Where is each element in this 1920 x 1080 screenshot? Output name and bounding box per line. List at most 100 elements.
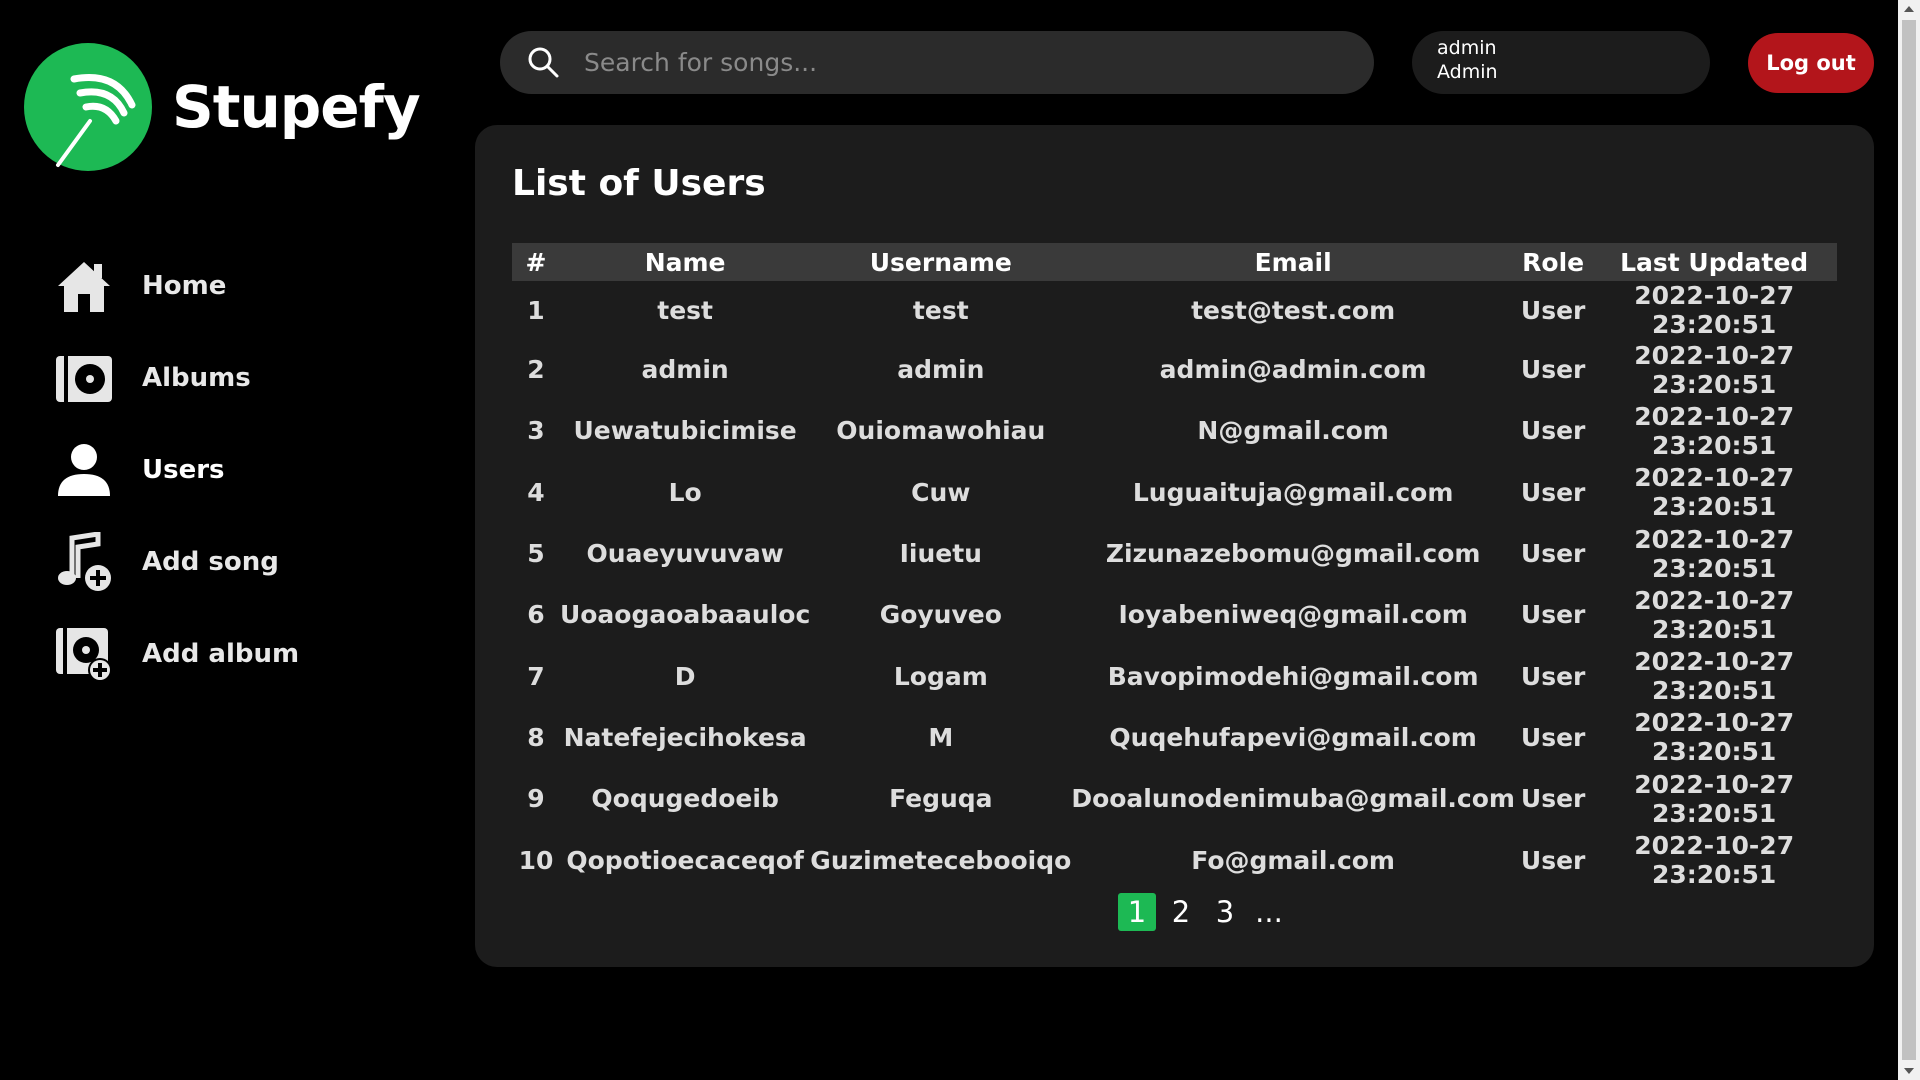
cell-role: User <box>1520 477 1586 507</box>
cell-role: User <box>1520 539 1586 569</box>
cell-email: N@gmail.com <box>1197 416 1389 446</box>
cell-name: D <box>674 661 696 691</box>
pagination-page-2[interactable]: 2 <box>1162 893 1200 931</box>
cell-number: 2 <box>527 355 545 385</box>
cell-last-updated: 2022-10-27 23:20:51 <box>1634 340 1795 399</box>
cell-name: Ouaeyuvuvaw <box>586 539 784 569</box>
cell-role: User <box>1520 355 1586 385</box>
sidebar-item-albums[interactable]: Albums <box>52 332 299 424</box>
cell-email: Dooalunodenimuba@gmail.com <box>1071 784 1515 814</box>
cell-username: test <box>912 295 969 325</box>
table-body: 1 test test test@test.com User 2022-10-27 23:… <box>512 281 1837 891</box>
cell-number: 1 <box>527 295 545 325</box>
sidebar-item-label: Add song <box>142 547 279 577</box>
sidebar-item-label: Add album <box>142 639 300 669</box>
cell-email: Zizunazebomu@gmail.com <box>1105 539 1481 569</box>
sidebar-item-label: Albums <box>142 363 251 393</box>
table-header-row: # Name Username Email Role Last Updated <box>512 243 1837 281</box>
cell-role: User <box>1520 722 1586 752</box>
table-row[interactable]: 1 test test test@test.com User 2022-10-27 23:… <box>512 281 1837 339</box>
search-bar <box>500 31 1374 94</box>
sidebar-item-home[interactable]: Home <box>52 240 299 332</box>
scroll-down-arrow-icon[interactable] <box>1904 1068 1914 1074</box>
album-icon <box>52 346 116 410</box>
app-logo[interactable]: Stupefy <box>24 43 421 171</box>
pagination-page-1[interactable]: 1 <box>1118 893 1156 931</box>
cell-role: User <box>1520 295 1586 325</box>
table-row[interactable]: 4 Lo Cuw Luguaituja@gmail.com User 2022-10-27… <box>512 462 1837 523</box>
cell-username: Logam <box>893 661 988 691</box>
sidebar-item-add-song[interactable]: Add song <box>52 516 299 608</box>
search-input[interactable] <box>584 48 1344 77</box>
add-album-icon <box>52 622 116 686</box>
cell-email: Ioyabeniweq@gmail.com <box>1118 600 1468 630</box>
sidebar-item-label: Users <box>142 455 225 485</box>
cell-email: Bavopimodehi@gmail.com <box>1107 661 1479 691</box>
cell-name: Lo <box>668 477 702 507</box>
table-row[interactable]: 8 Natefejecihokesa M Quqehufapevi@gmail.com… <box>512 707 1837 768</box>
app-root: Stupefy Home Albums Users Add song Add a… <box>0 0 1920 1080</box>
cell-number: 3 <box>527 416 545 446</box>
cell-email: Luguaituja@gmail.com <box>1132 477 1454 507</box>
page-title: List of Users <box>512 163 766 204</box>
cell-last-updated: 2022-10-27 23:20:51 <box>1634 463 1795 522</box>
cell-last-updated: 2022-10-27 23:20:51 <box>1634 401 1795 460</box>
sidebar-item-label: Home <box>142 271 227 301</box>
cell-role: User <box>1520 845 1586 875</box>
cell-name: admin <box>641 355 729 385</box>
cell-username: Goyuveo <box>879 600 1002 630</box>
cell-number: 6 <box>527 600 545 630</box>
cell-email: Quqehufapevi@gmail.com <box>1109 722 1477 752</box>
table-row[interactable]: 5 Ouaeyuvuvaw Iiuetu Zizunazebomu@gmail.com… <box>512 523 1837 584</box>
user-info[interactable]: admin Admin <box>1412 31 1710 94</box>
scrollbar-thumb[interactable] <box>1902 20 1916 1060</box>
table-row[interactable]: 9 Qoqugedoeib Feguqa Dooalunodenimuba@gmail… <box>512 768 1837 829</box>
scrollbar[interactable] <box>1898 0 1920 1080</box>
table-row[interactable]: 7 D Logam Bavopimodehi@gmail.com User 2022-10… <box>512 645 1837 706</box>
users-panel: List of Users # Name Username Email Role… <box>475 125 1874 967</box>
current-user-role: Admin <box>1437 61 1498 83</box>
sidebar-item-add-album[interactable]: Add album <box>52 608 299 700</box>
logout-button[interactable]: Log out <box>1748 33 1874 93</box>
user-icon <box>52 438 116 502</box>
column-header-name: Name <box>644 247 726 277</box>
cell-last-updated: 2022-10-27 23:20:51 <box>1634 585 1795 644</box>
cell-number: 9 <box>527 784 545 814</box>
search-icon[interactable] <box>526 45 562 81</box>
cell-role: User <box>1520 600 1586 630</box>
cell-number: 5 <box>527 539 545 569</box>
cell-email: admin@admin.com <box>1159 355 1427 385</box>
cell-username: Cuw <box>911 477 971 507</box>
cell-username: Feguqa <box>889 784 993 814</box>
column-header-last-updated: Last Updated <box>1620 247 1809 277</box>
cell-name: Uoaogaoabaauloc <box>559 600 811 630</box>
sidebar-item-users[interactable]: Users <box>52 424 299 516</box>
table-row[interactable]: 2 admin admin admin@admin.com User 2022-10-27… <box>512 339 1837 400</box>
cell-username: Guzimetecebooiqo <box>810 845 1072 875</box>
table-row[interactable]: 10 Qopotioecaceqof Guzimetecebooiqo Fo@gmai… <box>512 829 1837 890</box>
cell-username: Ouiomawohiau <box>836 416 1046 446</box>
table-row[interactable]: 3 Uewatubicimise Ouiomawohiau N@gmail.com Us… <box>512 400 1837 461</box>
cell-role: User <box>1520 661 1586 691</box>
cell-name: test <box>657 295 713 325</box>
cell-number: 8 <box>527 722 545 752</box>
cell-name: Natefejecihokesa <box>563 722 807 752</box>
current-username: admin <box>1437 37 1497 59</box>
cell-last-updated: 2022-10-27 23:20:51 <box>1634 524 1795 583</box>
cell-role: User <box>1520 784 1586 814</box>
logo-icon <box>24 43 152 171</box>
cell-number: 4 <box>527 477 545 507</box>
add-song-icon <box>52 530 116 594</box>
table-row[interactable]: 6 Uoaogaoabaauloc Goyuveo Ioyabeniweq@gmail… <box>512 584 1837 645</box>
cell-last-updated: 2022-10-27 23:20:51 <box>1634 281 1795 339</box>
users-table: # Name Username Email Role Last Updated … <box>512 243 1837 891</box>
cell-email: Fo@gmail.com <box>1191 845 1395 875</box>
cell-last-updated: 2022-10-27 23:20:51 <box>1634 769 1795 828</box>
column-header-role: Role <box>1522 247 1585 277</box>
cell-last-updated: 2022-10-27 23:20:51 <box>1634 831 1795 890</box>
app-name: Stupefy <box>172 73 421 141</box>
pagination-page-3[interactable]: 3 <box>1206 893 1244 931</box>
home-icon <box>52 254 116 318</box>
pagination-ellipsis[interactable]: ... <box>1250 893 1288 931</box>
scroll-up-arrow-icon[interactable] <box>1904 6 1914 12</box>
